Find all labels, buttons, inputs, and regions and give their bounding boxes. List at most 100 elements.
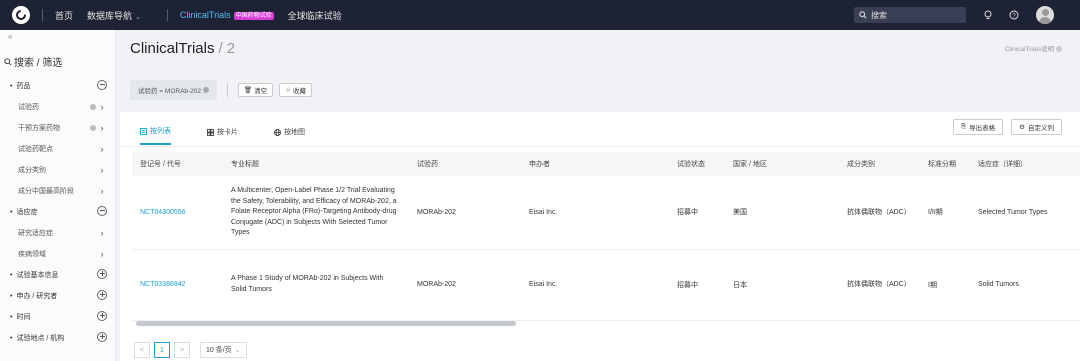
help-icon[interactable]: ? [1008,9,1020,21]
clear-button[interactable]: 🗑 清空 [237,83,274,97]
expand-plus-icon[interactable] [96,331,108,344]
export-icon: ⎘ [960,123,967,130]
trial-country: 日本 [725,249,839,321]
trial-phase: I/II期 [920,176,970,250]
chevron-down-icon: ⌄ [234,347,241,354]
chevron-right-icon[interactable]: › [96,102,108,112]
favorite-button[interactable]: ☆ 收藏 [279,83,312,97]
sidebar-item-label: 试验药 [18,103,39,111]
search-input[interactable]: 搜索 [854,7,966,23]
chevron-right-icon[interactable]: › [96,165,108,175]
table-row[interactable]: NCT04300556 A Multicenter, Open-Label Ph… [132,176,1080,250]
chevron-down-icon: ⌄ [135,13,141,21]
close-icon[interactable] [202,87,209,93]
column-header[interactable]: 试验状态 [669,152,725,176]
sidebar-item[interactable]: 试验基本信息 [0,264,115,285]
collapse-sidebar-button[interactable]: « [8,32,12,41]
trial-category: 抗体偶联物（ADC） [839,249,920,321]
search-placeholder: 搜索 [871,10,887,20]
trial-phase: I期 [920,249,970,321]
trial-title: A Multicenter, Open-Label Phase 1/2 Tria… [223,176,409,250]
tab-map[interactable]: 按地图 [274,126,305,145]
trial-sponsor: Eisai Inc. [521,249,669,321]
filter-chip[interactable]: 试验药 = MORAb-202 [130,80,217,100]
list-icon [140,127,147,135]
nav-home[interactable]: 首页 [55,9,73,22]
column-header[interactable]: 成分类别 [839,152,920,176]
trial-code-link[interactable]: NCT03386942 [132,249,223,321]
nav-global-trials[interactable]: 全球临床试验 [288,9,342,22]
horizontal-scrollbar[interactable] [136,321,516,326]
collapse-minus-icon[interactable] [96,205,108,218]
table-header: 登记号 / 代号 专业标题 试验药 申办者 试验状态 国家 / 地区 成分类别 … [132,152,1080,176]
table-row[interactable]: NCT03386942 A Phase 1 Study of MORAb-202… [132,249,1080,321]
nav-badge: 中国药物试验 [233,12,274,20]
chevron-right-icon[interactable]: › [96,249,108,259]
page-size-select[interactable]: 10 条/页 ⌄ [200,342,247,358]
column-header[interactable]: 国家 / 地区 [725,152,839,176]
collapse-minus-icon[interactable] [96,79,108,92]
nav-clinicaltrials-label: ClinicalTrials [179,10,231,20]
sidebar-item[interactable]: 干预方案药物 › [0,117,115,138]
chevron-right-icon[interactable]: › [96,186,108,196]
sidebar-item[interactable]: 时间 [0,306,115,327]
top-nav-bar: 首页 数据库导航 ⌄ ClinicalTrials 中国药物试验 全球临床试验 搜索… [0,0,1080,30]
custom-columns-button[interactable]: ⚙ 自定义列 [1011,119,1062,135]
sidebar-item-label: 成分类别 [18,166,46,174]
column-header[interactable]: 标准分期 [920,152,970,176]
tab-card-label: 按卡片 [217,129,238,136]
sidebar-item-label: 申办 / 研究者 [0,291,96,301]
trial-indication: Selected Tumor Types [970,176,1080,250]
search-icon [859,11,867,19]
avatar[interactable] [1036,6,1054,24]
prev-page-button[interactable]: < [134,342,150,358]
app-logo[interactable] [12,6,30,24]
page-size-label: 10 条/页 [206,347,232,354]
expand-plus-icon[interactable] [96,310,108,323]
sidebar-item[interactable]: 试验地点 / 机构 [0,327,115,348]
sidebar-item[interactable]: 适应症 [0,201,115,222]
search-icon [4,57,12,66]
sidebar-item-label: 干预方案药物 [18,124,60,132]
results-table: 登记号 / 代号 专业标题 试验药 申办者 试验状态 国家 / 地区 成分类别 … [132,152,1080,321]
result-count: / 2 [218,40,236,57]
sidebar-item-label: 试验药靶点 [18,145,53,153]
chevron-right-icon[interactable]: › [96,123,108,133]
expand-plus-icon[interactable] [96,289,108,302]
sidebar-item[interactable]: 疾病领域 › [0,243,115,264]
column-header[interactable]: 申办者 [521,152,669,176]
globe-icon [274,128,281,136]
column-header[interactable]: 专业标题 [223,152,409,176]
trial-category: 抗体偶联物（ADC） [839,176,920,250]
sidebar-item[interactable]: 成分中国最高阶段 › [0,180,115,201]
clear-button-label: 清空 [254,88,268,95]
column-header[interactable]: 适应症（详细） [970,152,1080,176]
trial-code-link[interactable]: NCT04300556 [132,176,223,250]
sidebar-item[interactable]: 药品 [0,75,115,96]
expand-plus-icon[interactable] [96,268,108,281]
sidebar-item-label: 适应症 [0,207,96,217]
sidebar-item[interactable]: 成分类别 › [0,159,115,180]
tab-card[interactable]: 按卡片 [207,126,238,145]
column-header[interactable]: 试验药 [409,152,521,176]
bulb-icon[interactable] [982,9,994,21]
chevron-right-icon[interactable]: › [96,228,108,238]
filter-row: 试验药 = MORAb-202 🗑 清空 ☆ 收藏 [130,80,318,100]
export-table-label: 导出表格 [969,125,996,132]
nav-db-navigation[interactable]: 数据库导航 ⌄ [87,9,141,22]
pagination: < 1 > 10 条/页 ⌄ [134,342,247,358]
nav-divider [42,9,43,21]
sidebar-item[interactable]: 申办 / 研究者 [0,285,115,306]
export-table-button[interactable]: ⎘ 导出表格 [952,119,1004,135]
tab-list[interactable]: 按列表 [140,126,171,145]
page-number[interactable]: 1 [154,342,170,358]
column-header[interactable]: 登记号 / 代号 [132,152,223,176]
nav-clinicaltrials[interactable]: ClinicalTrials 中国药物试验 [180,10,274,20]
nav-db-navigation-label: 数据库导航 [87,10,133,21]
next-page-button[interactable]: > [174,342,190,358]
sidebar-item[interactable]: 研究适应症 › [0,222,115,243]
sidebar-item[interactable]: 试验药靶点 › [0,138,115,159]
sidebar-item[interactable]: 试验药 › [0,96,115,117]
chevron-right-icon[interactable]: › [96,144,108,154]
help-link[interactable]: ClinicalTrials说明 [1005,43,1062,53]
